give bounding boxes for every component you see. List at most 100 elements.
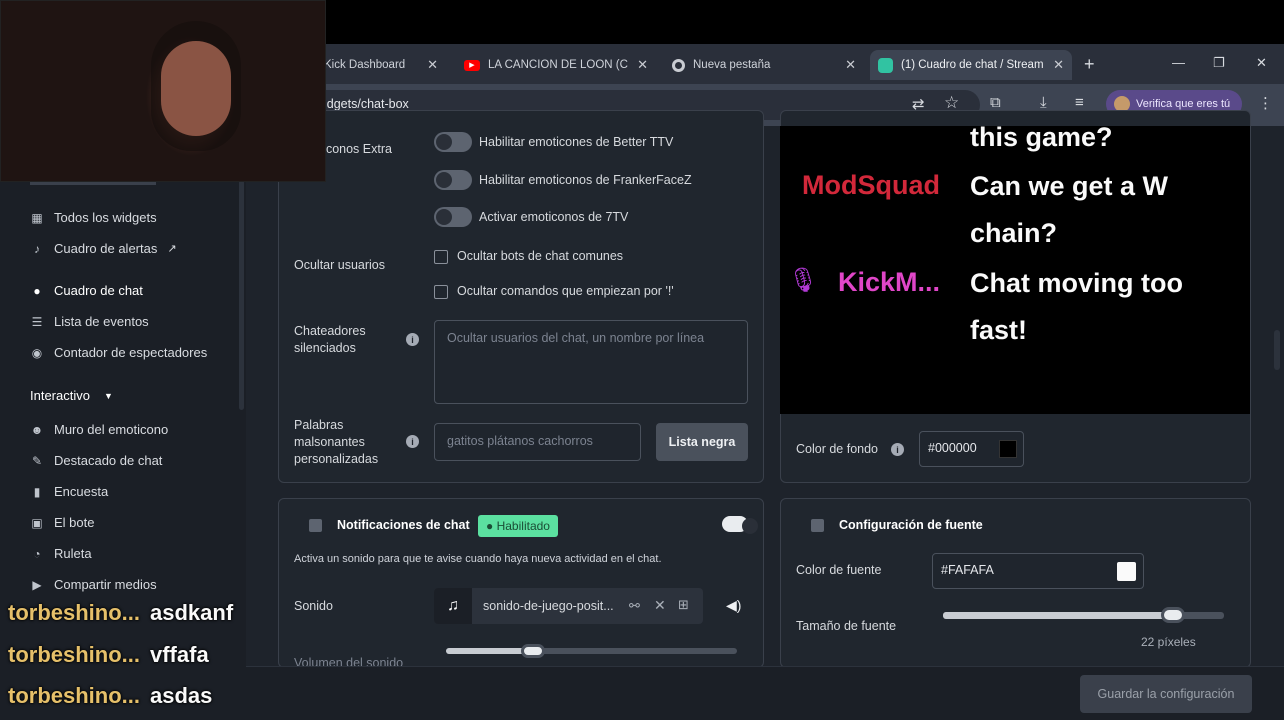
info-icon[interactable]: i xyxy=(406,333,419,346)
overlay-msg: asdas xyxy=(150,683,213,708)
label-line: silenciados xyxy=(294,341,356,355)
remove-icon[interactable]: ✕ xyxy=(654,597,666,614)
badwords-input[interactable]: gatitos plátanos cachorros xyxy=(434,423,641,461)
font-size-slider-fill xyxy=(943,612,1174,619)
save-settings-button[interactable]: Guardar la configuración xyxy=(1080,675,1252,713)
close-icon[interactable]: ✕ xyxy=(637,57,648,73)
hide-bots-label: Ocultar bots de chat comunes xyxy=(457,249,624,263)
font-color-swatch[interactable] xyxy=(1117,562,1136,581)
7tv-toggle[interactable] xyxy=(434,207,472,227)
hide-bots-checkbox[interactable] xyxy=(434,250,448,264)
sidebar-divider xyxy=(30,182,156,185)
sidebar-item-alert-box[interactable]: ♪ Cuadro de alertas ↗ xyxy=(30,241,177,256)
collapse-icon[interactable] xyxy=(811,519,824,532)
sound-label: Sonido xyxy=(294,599,333,613)
minimize-icon[interactable]: — xyxy=(1172,55,1185,70)
webcam-overlay xyxy=(0,0,326,182)
sidebar-item-all-widgets[interactable]: ▦ Todos los widgets xyxy=(30,210,157,225)
font-color-input[interactable]: #FAFAFA xyxy=(932,553,1144,589)
sidebar-item-viewer-count[interactable]: ◉ Contador de espectadores xyxy=(30,345,207,360)
chat-message: Chat moving too fast! xyxy=(970,260,1183,354)
blacklist-button[interactable]: Lista negra xyxy=(656,423,748,461)
volume-slider-thumb[interactable] xyxy=(521,644,546,658)
tab-youtube[interactable]: ▶ LA CANCION DE LOON (Can ✕ xyxy=(456,50,656,80)
sidebar-item-poll[interactable]: ▮ Encuesta xyxy=(30,484,109,499)
sidebar-item-media-share[interactable]: ▶ Compartir medios xyxy=(30,577,156,592)
ffz-toggle[interactable] xyxy=(434,170,472,190)
chrome-icon xyxy=(672,58,685,72)
sidebar-item-label: Destacado de chat xyxy=(54,453,163,468)
bg-color-label: Color de fondo xyxy=(796,442,879,456)
font-color-label: Color de fuente xyxy=(796,563,882,577)
info-icon[interactable]: i xyxy=(891,443,904,456)
close-icon[interactable]: ✕ xyxy=(845,57,856,73)
link-icon[interactable]: ⚯ xyxy=(629,598,640,614)
bg-color-swatch[interactable] xyxy=(999,440,1017,458)
sidebar-item-label: Todos los widgets xyxy=(54,210,157,225)
pen-icon: ✎ xyxy=(31,453,43,468)
play-icon: ▶ xyxy=(32,577,42,592)
message-line: chain? xyxy=(970,218,1058,248)
bttv-label: Habilitar emoticones de Better TTV xyxy=(479,135,674,149)
sidebar-item-label: Ruleta xyxy=(54,546,92,561)
bell-icon: ♪ xyxy=(34,241,40,256)
sidebar-item-event-list[interactable]: ☰ Lista de eventos xyxy=(30,314,149,329)
extensions-icon[interactable]: ⧉ xyxy=(990,94,1001,111)
bar-chart-icon: ▮ xyxy=(33,484,41,499)
label-line: Palabras xyxy=(294,418,344,432)
font-size-slider-thumb[interactable] xyxy=(1161,607,1186,623)
external-link-icon: ↗ xyxy=(167,243,177,255)
muted-chatters-label: Chateadores silenciados xyxy=(294,323,366,357)
sidebar-item-label: Cuadro de alertas xyxy=(54,241,158,256)
tab-kick-dashboard[interactable]: Kick Dashboard ✕ xyxy=(316,50,446,80)
status-badge: ● Habilitado xyxy=(478,515,558,537)
sidebar-item-label: Lista de eventos xyxy=(54,314,149,329)
pie-icon: ◔ xyxy=(33,546,41,561)
download-icon[interactable]: ⤓ xyxy=(1040,94,1047,111)
grid-select-icon[interactable]: ⊞ xyxy=(678,597,689,613)
sidebar-section-interactive[interactable]: Interactivo ▼ xyxy=(30,388,113,403)
tab-new-tab[interactable]: Nueva pestaña ✕ xyxy=(664,50,864,80)
youtube-icon: ▶ xyxy=(464,59,480,71)
sidebar-item-chat-highlight[interactable]: ✎ Destacado de chat xyxy=(30,453,162,468)
media-icon[interactable]: ≡ xyxy=(1075,94,1084,111)
new-tab-button[interactable]: + xyxy=(1084,54,1095,75)
sidebar-item-chat-box[interactable]: ● Cuadro de chat xyxy=(30,283,143,298)
label-line: Chateadores xyxy=(294,324,366,338)
webcam-face xyxy=(161,41,231,136)
sidebar-item-roulette[interactable]: ◔ Ruleta xyxy=(30,546,92,561)
smiley-icon: ☻ xyxy=(30,422,44,437)
sidebar-item-label: Contador de espectadores xyxy=(54,345,208,360)
bttv-toggle[interactable] xyxy=(434,132,472,152)
caret-down-icon: ▼ xyxy=(103,390,113,401)
ffz-label: Habilitar emoticonos de FrankerFaceZ xyxy=(479,173,692,187)
sidebar-item-jar[interactable]: ▣ El bote xyxy=(30,515,94,530)
tab-chat-box[interactable]: (1) Cuadro de chat / Stream ✕ xyxy=(870,50,1072,80)
message-line: fast! xyxy=(970,315,1028,345)
close-window-icon[interactable]: ✕ xyxy=(1256,55,1267,71)
info-icon[interactable]: i xyxy=(406,435,419,448)
collapse-icon[interactable] xyxy=(309,519,322,532)
microphone-icon: 🎙 xyxy=(788,267,819,294)
chat-username: ModSquad xyxy=(802,170,940,200)
main-scrollbar[interactable] xyxy=(1274,330,1280,370)
sidebar-scrollbar[interactable] xyxy=(239,180,244,410)
list-icon: ☰ xyxy=(31,314,43,329)
hide-commands-checkbox[interactable] xyxy=(434,285,448,299)
font-size-label: Tamaño de fuente xyxy=(796,619,897,633)
restore-icon[interactable]: ❐ xyxy=(1213,55,1225,71)
jar-icon: ▣ xyxy=(31,515,43,530)
sidebar-item-emote-wall[interactable]: ☻ Muro del emoticono xyxy=(30,422,169,437)
muted-chatters-textarea[interactable]: Ocultar usuarios del chat, un nombre por… xyxy=(434,320,748,404)
overlay-msg: asdkanf xyxy=(150,600,234,625)
close-icon[interactable]: ✕ xyxy=(427,57,438,73)
notifications-toggle[interactable] xyxy=(722,516,758,534)
grid-icon: ▦ xyxy=(31,210,43,225)
overlay-chat-line: torbeshino... asdas xyxy=(8,683,212,709)
sidebar-item-label: El bote xyxy=(54,515,95,530)
close-icon[interactable]: ✕ xyxy=(1053,57,1064,73)
menu-kebab-icon[interactable]: ⋮ xyxy=(1258,94,1273,112)
speaker-icon[interactable]: ◀) xyxy=(726,597,741,614)
overlay-user: torbeshino... xyxy=(8,683,140,708)
chat-username: KickM... xyxy=(838,267,941,297)
